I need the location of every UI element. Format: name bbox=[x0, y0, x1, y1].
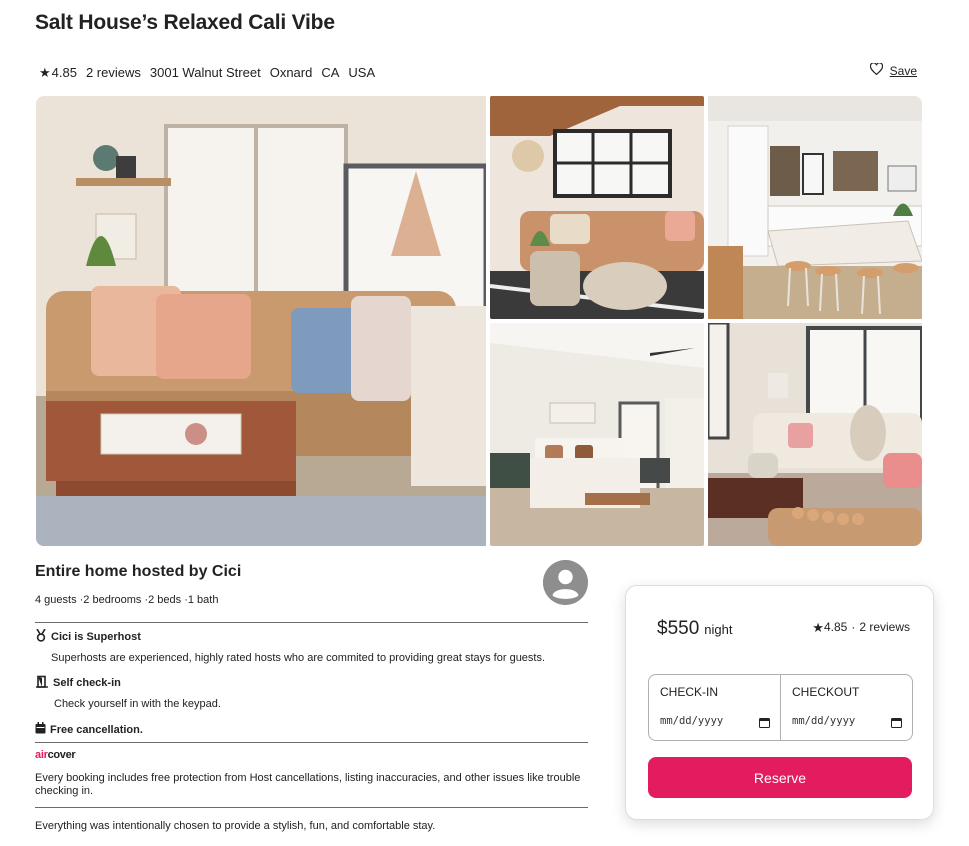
superhost-title: Cici is Superhost bbox=[35, 628, 141, 645]
photo-sectional[interactable] bbox=[708, 323, 922, 546]
listing-title: Salt House’s Relaxed Cali Vibe bbox=[35, 11, 335, 34]
card-rating: ★ 4.85 · 2 reviews bbox=[812, 620, 910, 634]
checkin-field[interactable]: CHECK-IN mm/dd/yyyy bbox=[649, 675, 780, 740]
checkout-field[interactable]: CHECKOUT mm/dd/yyyy bbox=[780, 675, 912, 740]
divider bbox=[35, 742, 588, 743]
save-button[interactable]: Save bbox=[869, 62, 917, 78]
checkin-label: CHECK-IN bbox=[660, 685, 719, 699]
price-unit: night bbox=[704, 622, 733, 637]
divider bbox=[35, 622, 588, 623]
checkout-date-input[interactable]: mm/dd/yyyy bbox=[792, 715, 855, 727]
star-icon: ★ bbox=[812, 619, 824, 635]
card-rating-value: 4.85 bbox=[823, 620, 848, 634]
cancellation-title: Free cancellation. bbox=[35, 722, 143, 737]
price-amount: $550 bbox=[657, 618, 700, 639]
photo-bedroom[interactable] bbox=[490, 323, 704, 546]
save-label: Save bbox=[889, 63, 917, 78]
heart-icon bbox=[869, 62, 883, 78]
nightly-price: $550 night bbox=[657, 618, 732, 640]
country: USA bbox=[348, 65, 376, 80]
photo-living-room-window[interactable] bbox=[490, 96, 704, 319]
reviews-link[interactable]: 2 reviews bbox=[86, 65, 141, 80]
listing-rating: ★ 4.85 bbox=[39, 65, 77, 80]
rating-separator: · bbox=[851, 620, 856, 634]
checkout-label: CHECKOUT bbox=[792, 685, 860, 699]
host-details: 4 guests ·2 bedrooms ·2 beds ·1 bath bbox=[35, 594, 219, 606]
calendar-icon[interactable] bbox=[759, 715, 770, 733]
photo-gallery bbox=[36, 96, 922, 546]
listing-meta: ★ 4.85 2 reviews 3001 Walnut Street Oxna… bbox=[39, 65, 375, 80]
checkin-date-input[interactable]: mm/dd/yyyy bbox=[660, 715, 723, 727]
booking-card: $550 night ★ 4.85 · 2 reviews CHECK-IN m… bbox=[625, 585, 934, 820]
reserve-button[interactable]: Reserve bbox=[648, 757, 912, 798]
checkin-title: Self check-in bbox=[35, 675, 121, 691]
listing-description: Everything was intentionally chosen to p… bbox=[35, 820, 436, 832]
photo-living-room-main[interactable] bbox=[36, 96, 486, 546]
card-reviews-link[interactable]: 2 reviews bbox=[859, 620, 910, 634]
divider bbox=[35, 807, 588, 808]
photo-kitchen[interactable] bbox=[708, 96, 922, 319]
medal-icon bbox=[35, 628, 47, 645]
superhost-description: Superhosts are experienced, highly rated… bbox=[51, 652, 546, 664]
calendar-icon[interactable] bbox=[891, 715, 902, 733]
door-icon bbox=[35, 675, 49, 691]
rating-value: 4.85 bbox=[51, 65, 77, 80]
calendar-icon bbox=[35, 722, 46, 737]
aircover-logo: aircover bbox=[35, 749, 76, 761]
street-address: 3001 Walnut Street bbox=[149, 65, 261, 80]
state: CA bbox=[321, 65, 340, 80]
user-avatar-icon bbox=[543, 560, 588, 605]
host-title: Entire home hosted by Cici bbox=[35, 563, 242, 580]
star-icon: ★ bbox=[39, 65, 51, 80]
checkin-description: Check yourself in with the keypad. bbox=[54, 698, 221, 710]
date-picker: CHECK-IN mm/dd/yyyy CHECKOUT mm/dd/yyyy bbox=[648, 674, 913, 741]
aircover-description: Every booking includes free protection f… bbox=[35, 772, 581, 797]
city: Oxnard bbox=[269, 65, 313, 80]
